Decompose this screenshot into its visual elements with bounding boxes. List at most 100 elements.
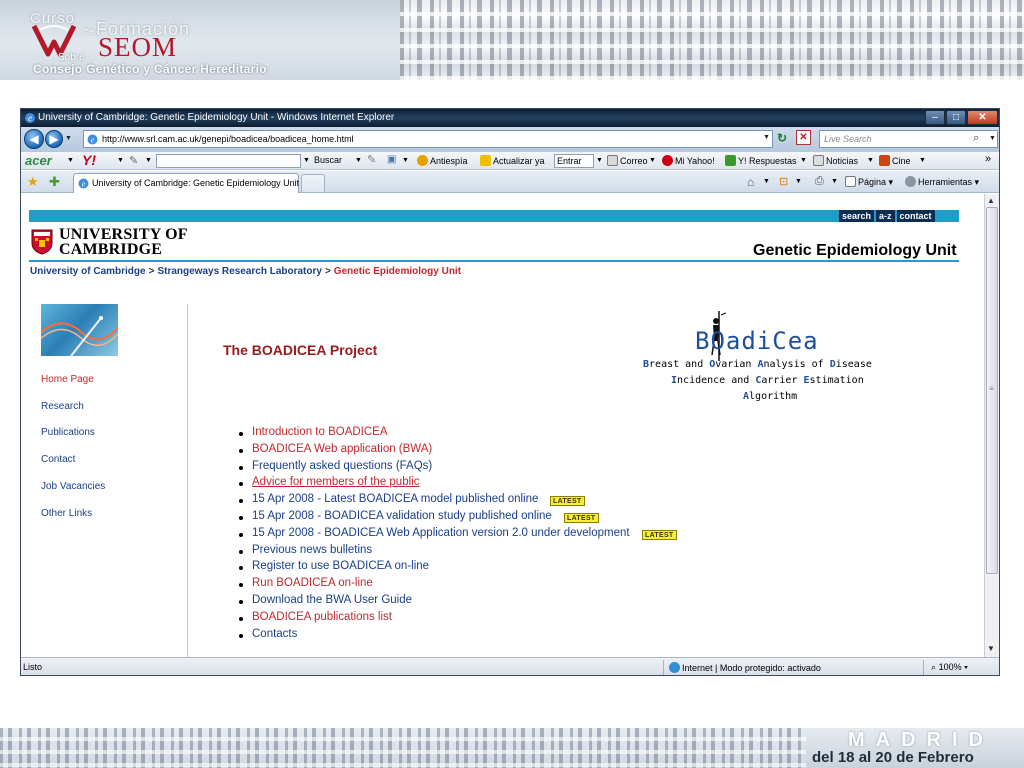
respuestas-button[interactable]: Y! Respuestas [725, 155, 797, 166]
cine-dropdown-icon[interactable]: ▼ [919, 157, 926, 164]
yahoo-search-input[interactable] [156, 154, 301, 168]
sidebar-other-links[interactable]: Other Links [41, 508, 92, 519]
new-tab-button[interactable] [301, 174, 325, 192]
correo-dropdown-icon[interactable]: ▼ [649, 157, 656, 164]
yahoo-dropdown-icon[interactable]: ▼ [117, 157, 124, 164]
pencil-icon[interactable]: ✎ [129, 154, 138, 167]
correo-label: Correo [620, 156, 648, 166]
stop-icon[interactable]: ✕ [796, 130, 811, 145]
feeds-icon[interactable]: ⊡ [779, 175, 788, 188]
status-text: Listo [23, 662, 43, 672]
project-link[interactable]: Run BOADICEA on-line [252, 577, 373, 589]
toolbar-more-chevron-icon[interactable]: » [985, 153, 991, 165]
respuestas-dropdown-icon[interactable]: ▼ [800, 157, 807, 164]
yahoo-search-dropdown-icon[interactable]: ▼ [303, 157, 310, 164]
print-dropdown-icon[interactable]: ▼ [831, 178, 838, 185]
favorites-star-icon[interactable]: ★ [27, 174, 39, 190]
print-icon[interactable]: ⎙ [815, 175, 824, 188]
sidebar-research[interactable]: Research [41, 401, 84, 412]
entrar-field[interactable]: Entrar [554, 154, 594, 168]
recent-pages-dropdown-icon[interactable]: ▼ [65, 135, 72, 142]
pagina-menu[interactable]: Página ▾ [845, 176, 893, 188]
close-window-button[interactable]: ✕ [967, 110, 998, 125]
back-button[interactable]: ◀ [24, 129, 44, 149]
address-bar: ◀ ▶ ▼ e http://www.srl.cam.ac.uk/genepi/… [21, 127, 999, 152]
tab-cambridge[interactable]: e University of Cambridge: Genetic Epide… [73, 173, 309, 193]
correo-button[interactable]: Correo [607, 155, 648, 166]
bullet-icon [239, 482, 243, 487]
cambridge-crest-icon[interactable] [31, 229, 53, 255]
zoom-control[interactable]: ⌕ 100% ▾ [931, 662, 968, 673]
scrollbar-grip-icon: ≡ [989, 384, 994, 393]
project-link[interactable]: BOADICEA Web application (BWA) [252, 443, 432, 455]
search-link[interactable]: search [839, 210, 875, 222]
search-dropdown-icon[interactable]: ▼ [989, 135, 996, 142]
dna-illustration-icon [41, 316, 118, 356]
security-zone-label: Internet | Modo protegido: activado [682, 663, 821, 673]
buscar-button[interactable]: Buscar [314, 155, 342, 165]
pencil-dropdown-icon[interactable]: ▼ [145, 157, 152, 164]
contact-link[interactable]: contact [896, 210, 935, 222]
acer-dropdown-icon[interactable]: ▼ [67, 157, 74, 164]
antiespia-button[interactable]: Antiespía [417, 155, 468, 166]
project-link[interactable]: 15 Apr 2008 - BOADICEA Web Application v… [252, 527, 630, 539]
mi-yahoo-label: Mi Yahoo! [675, 156, 715, 166]
project-link[interactable]: 15 Apr 2008 - Latest BOADICEA model publ… [252, 493, 538, 505]
highlight-icon[interactable]: ✎ [367, 153, 376, 166]
url-dropdown-icon[interactable]: ▼ [763, 134, 770, 141]
refresh-icon[interactable]: ↻ [777, 131, 787, 145]
noticias-dropdown-icon[interactable]: ▼ [867, 157, 874, 164]
project-link[interactable]: Contacts [252, 628, 297, 640]
add-favorites-icon[interactable]: ✚ [49, 174, 60, 190]
mi-yahoo-button[interactable]: Mi Yahoo! [662, 155, 715, 166]
herramientas-label: Herramientas [918, 177, 973, 187]
project-link[interactable]: Register to use BOADICEA on-line [252, 560, 429, 572]
status-bar: Listo Internet | Modo protegido: activad… [21, 657, 999, 675]
home-icon[interactable]: ⌂ [747, 175, 754, 189]
sidebar-home-page[interactable]: Home Page [41, 374, 94, 385]
maximize-button[interactable]: □ [946, 110, 966, 125]
a-z-link[interactable]: a-z [876, 210, 895, 222]
actualizar-button[interactable]: Actualizar ya [480, 155, 545, 166]
sidebar-job-vacancies[interactable]: Job Vacancies [41, 481, 105, 492]
news-icon [813, 155, 824, 166]
entrar-dropdown-icon[interactable]: ▼ [596, 157, 603, 164]
buscar-dropdown-icon[interactable]: ▼ [355, 157, 362, 164]
yahoo-logo[interactable]: Y! [82, 152, 96, 168]
cine-button[interactable]: Cine [879, 155, 911, 166]
security-zone[interactable]: Internet | Modo protegido: activado [669, 662, 821, 673]
breadcrumb-university[interactable]: University of Cambridge [30, 266, 146, 277]
warning-icon [480, 155, 491, 166]
page-title: The BOADICEA Project [223, 342, 378, 358]
window-titlebar[interactable]: e University of Cambridge: Genetic Epide… [21, 109, 999, 127]
svg-text:e: e [28, 113, 32, 123]
project-link[interactable]: Introduction to BOADICEA [252, 426, 388, 438]
url-field[interactable]: e http://www.srl.cam.ac.uk/genepi/boadic… [83, 130, 773, 148]
project-link[interactable]: Download the BWA User Guide [252, 594, 412, 606]
project-link[interactable]: 15 Apr 2008 - BOADICEA validation study … [252, 510, 552, 522]
feeds-dropdown-icon[interactable]: ▼ [795, 178, 802, 185]
project-link[interactable]: Previous news bulletins [252, 544, 372, 556]
sidebar-contact[interactable]: Contact [41, 454, 75, 465]
footer-dates: del 18 al 20 de Febrero [812, 749, 974, 766]
vertical-scrollbar[interactable]: ▲ ≡ ▼ [984, 194, 999, 657]
home-dropdown-icon[interactable]: ▼ [763, 178, 770, 185]
search-icon[interactable]: ⌕ [973, 132, 979, 145]
minimize-button[interactable]: – [925, 110, 945, 125]
noticias-button[interactable]: Noticias [813, 155, 858, 166]
herramientas-menu[interactable]: Herramientas ▾ [905, 176, 979, 188]
scroll-up-icon[interactable]: ▲ [987, 196, 995, 205]
university-name-line2[interactable]: CAMBRIDGE [59, 241, 162, 259]
breadcrumb-strangeways[interactable]: Strangeways Research Laboratory [157, 266, 322, 277]
window-icon[interactable]: ▣ [387, 154, 396, 165]
project-link[interactable]: Frequently asked questions (FAQs) [252, 460, 432, 472]
window-dropdown-icon[interactable]: ▼ [402, 157, 409, 164]
project-link[interactable]: Advice for members of the public [252, 476, 419, 488]
cine-icon [879, 155, 890, 166]
forward-button[interactable]: ▶ [45, 130, 63, 148]
scroll-down-icon[interactable]: ▼ [987, 644, 995, 653]
live-search-input[interactable]: Live Search ⌕ ▼ [819, 130, 998, 148]
sidebar-publications[interactable]: Publications [41, 427, 95, 438]
acer-logo[interactable]: acer [25, 153, 52, 168]
project-link[interactable]: BOADICEA publications list [252, 611, 392, 623]
